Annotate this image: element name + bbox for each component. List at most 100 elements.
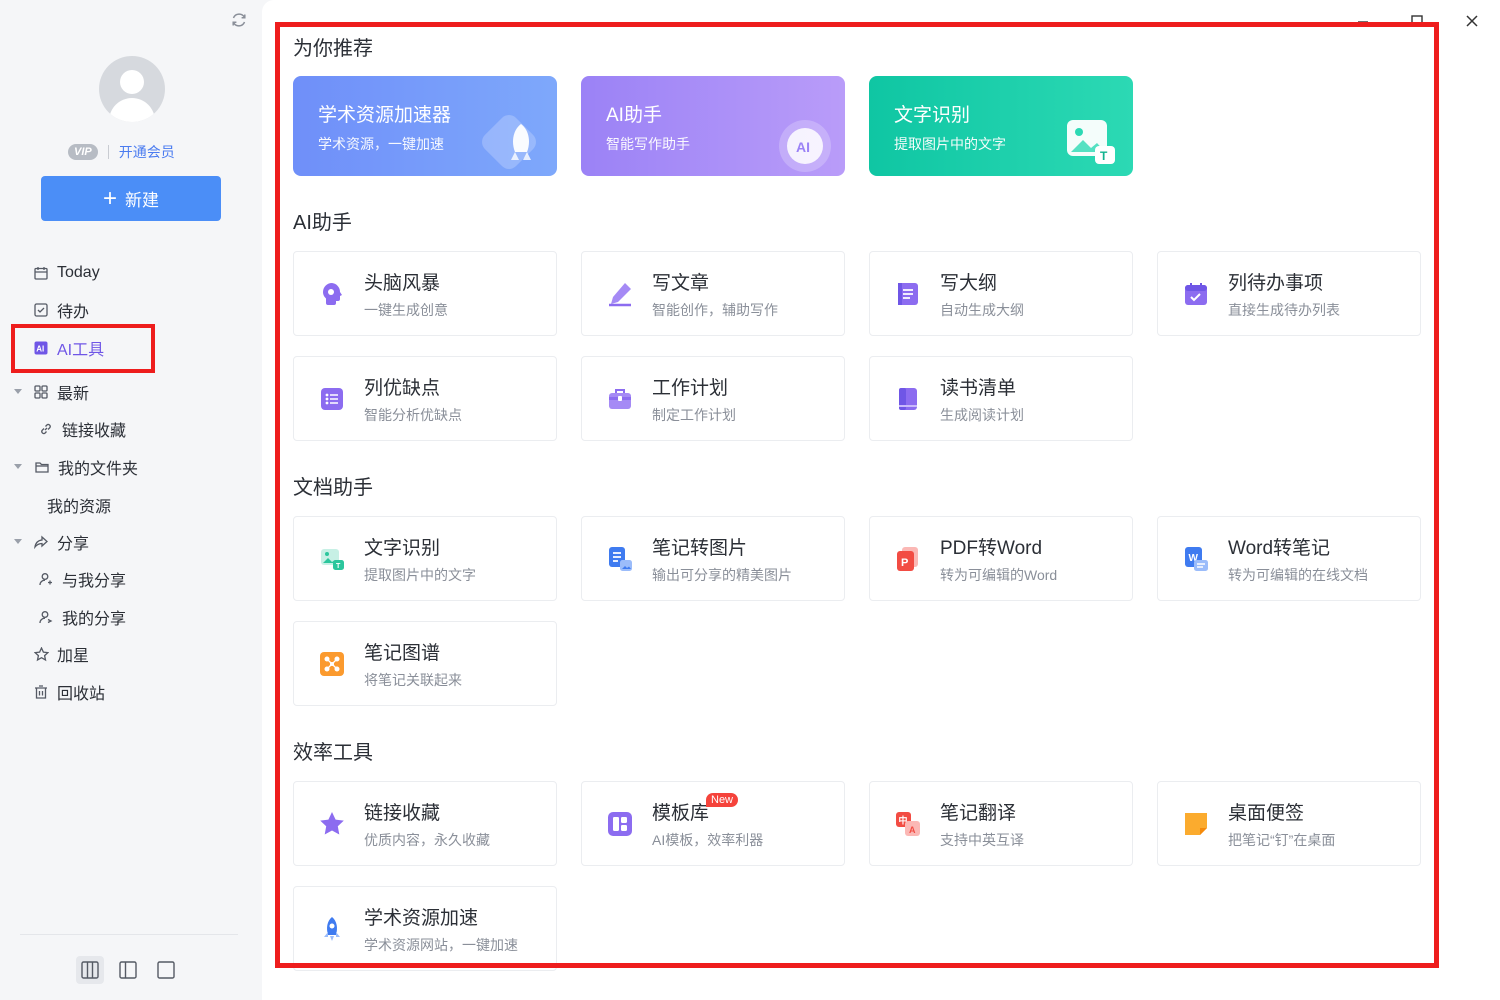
card-title: 链接收藏 xyxy=(364,803,441,824)
single-column-layout-icon[interactable] xyxy=(152,956,180,984)
sidebar-item-shared-with-me[interactable]: 与我分享 xyxy=(38,564,126,594)
card-title: 工作计划 xyxy=(652,378,729,399)
tool-card-pros-cons[interactable]: 列优缺点 智能分析优缺点 xyxy=(293,356,557,441)
banner-ai-assistant[interactable]: AI助手 智能写作助手 AI xyxy=(581,76,845,176)
card-desc: 智能分析优缺点 xyxy=(364,407,462,423)
maximize-icon[interactable] xyxy=(1406,10,1428,32)
refresh-icon[interactable] xyxy=(230,11,248,29)
card-title: 列待办事项 xyxy=(1228,273,1324,294)
svg-text:T: T xyxy=(336,563,341,570)
card-title: 笔记图谱 xyxy=(364,643,441,664)
app-window: VIP 开通会员 + 新建 Today 待办 AI AI工具 最新 链接收藏 我… xyxy=(0,0,1500,1000)
translate-icon: 中A xyxy=(896,812,920,836)
user-icon xyxy=(38,571,54,587)
sidebar-item-my-share[interactable]: 我的分享 xyxy=(38,602,126,632)
sidebar-item-my-resources[interactable]: 我的资源 xyxy=(47,490,111,520)
tool-card-todo-list[interactable]: 列待办事项 直接生成待办列表 xyxy=(1157,251,1421,336)
card-title: 文字识别 xyxy=(364,538,441,559)
pdf-icon: P xyxy=(897,547,918,571)
tool-card-note-translate[interactable]: 中A 笔记翻译 支持中英互译 xyxy=(869,781,1133,866)
link-icon xyxy=(38,421,54,437)
card-desc: 支持中英互译 xyxy=(940,832,1024,848)
sidebar-item-todo[interactable]: 待办 xyxy=(33,295,89,325)
card-desc: 转为可编辑的Word xyxy=(940,567,1058,583)
banner-ocr[interactable]: 文字识别 提取图片中的文字 T xyxy=(869,76,1133,176)
word-icon: W xyxy=(1185,547,1208,571)
checkbox-icon xyxy=(33,302,49,318)
sidebar-item-today[interactable]: Today xyxy=(33,258,100,288)
card-title: 笔记转图片 xyxy=(652,538,748,559)
card-title: 桌面便签 xyxy=(1228,803,1305,824)
card-desc: 将笔记关联起来 xyxy=(364,672,462,688)
tool-card-word-to-note[interactable]: W Word转笔记 转为可编辑的在线文档 xyxy=(1157,516,1421,601)
three-column-layout-icon[interactable] xyxy=(76,956,104,984)
tool-card-academic-accelerate[interactable]: 学术资源加速 学术资源网站，一键加速 xyxy=(293,886,557,971)
calendar-icon xyxy=(33,265,49,281)
card-title: 写大纲 xyxy=(940,273,998,294)
open-membership-link[interactable]: 开通会员 xyxy=(119,142,175,162)
card-desc: 直接生成待办列表 xyxy=(1228,302,1340,318)
chevron-down-icon[interactable] xyxy=(14,389,22,394)
outline-icon xyxy=(898,283,918,305)
banner-academic-accelerator[interactable]: 学术资源加速器 学术资源，一键加速 xyxy=(293,76,557,176)
sidebar-item-label: 分享 xyxy=(57,536,90,553)
banner-desc: 提取图片中的文字 xyxy=(894,136,1006,152)
tool-card-note-graph[interactable]: 笔记图谱 将笔记关联起来 xyxy=(293,621,557,706)
chevron-down-icon[interactable] xyxy=(14,539,22,544)
vip-row: VIP 开通会员 xyxy=(68,142,175,162)
section-title-doc: 文档助手 xyxy=(293,477,373,499)
tool-card-write-article[interactable]: 写文章 智能创作，辅助写作 xyxy=(581,251,845,336)
tool-card-work-plan[interactable]: 工作计划 制定工作计划 xyxy=(581,356,845,441)
list-icon xyxy=(321,388,343,410)
card-title: PDF转Word xyxy=(940,538,1043,559)
sidebar-item-starred[interactable]: 加星 xyxy=(33,639,89,669)
chevron-down-icon[interactable] xyxy=(14,464,22,469)
two-column-layout-icon[interactable] xyxy=(114,956,142,984)
plus-icon: + xyxy=(102,184,117,212)
card-title: 模板库 xyxy=(652,803,710,824)
divider xyxy=(20,934,238,935)
minimize-icon[interactable] xyxy=(1352,10,1374,32)
user-share-icon xyxy=(38,609,54,625)
sidebar-item-label: 我的分享 xyxy=(62,611,127,628)
tool-card-note-to-image[interactable]: 笔记转图片 输出可分享的精美图片 xyxy=(581,516,845,601)
tool-card-write-outline[interactable]: 写大纲 自动生成大纲 xyxy=(869,251,1133,336)
note-image-icon xyxy=(609,547,632,571)
sidebar-item-latest[interactable]: 最新 xyxy=(14,377,89,407)
banner-title: AI助手 xyxy=(606,105,662,126)
sidebar-item-label: 与我分享 xyxy=(62,573,127,590)
tool-card-brainstorm[interactable]: 头脑风暴 一键生成创意 xyxy=(293,251,557,336)
svg-text:T: T xyxy=(1100,149,1108,163)
sidebar-item-label: 我的资源 xyxy=(47,499,112,516)
banner-desc: 学术资源，一键加速 xyxy=(318,136,444,152)
tool-card-ocr[interactable]: T 文字识别 提取图片中的文字 xyxy=(293,516,557,601)
tool-card-link-collect[interactable]: 链接收藏 优质内容，永久收藏 xyxy=(293,781,557,866)
tool-card-reading-list[interactable]: 读书清单 生成阅读计划 xyxy=(869,356,1133,441)
folder-icon xyxy=(34,459,50,475)
card-desc: 学术资源网站，一键加速 xyxy=(364,937,518,953)
close-icon[interactable] xyxy=(1461,10,1483,32)
sidebar-item-share[interactable]: 分享 xyxy=(14,527,90,557)
tool-card-template-library[interactable]: 模板库 New AI模板，效率利器 xyxy=(581,781,845,866)
sidebar-item-recycle-bin[interactable]: 回收站 xyxy=(33,677,105,707)
card-title: Word转笔记 xyxy=(1228,538,1331,559)
section-title-ai: AI助手 xyxy=(293,212,352,234)
new-button[interactable]: + 新建 xyxy=(41,176,221,221)
avatar[interactable] xyxy=(99,56,165,122)
sidebar-item-link-collect[interactable]: 链接收藏 xyxy=(38,414,126,444)
card-desc: AI模板，效率利器 xyxy=(652,832,764,848)
divider xyxy=(107,145,109,159)
card-desc: 转为可编辑的在线文档 xyxy=(1228,567,1368,583)
svg-text:P: P xyxy=(901,557,908,569)
card-title: 学术资源加速 xyxy=(364,908,479,929)
card-title: 读书清单 xyxy=(940,378,1017,399)
sidebar-item-label: 回收站 xyxy=(57,686,106,703)
vip-badge: VIP xyxy=(68,144,98,160)
tool-card-desktop-note[interactable]: 桌面便签 把笔记“钉”在桌面 xyxy=(1157,781,1421,866)
sidebar-item-label: Today xyxy=(57,264,100,281)
template-icon xyxy=(608,812,632,836)
pen-icon xyxy=(609,283,631,307)
tool-card-pdf-to-word[interactable]: P PDF转Word 转为可编辑的Word xyxy=(869,516,1133,601)
rocket-icon xyxy=(482,115,536,169)
sidebar-item-my-folder[interactable]: 我的文件夹 xyxy=(14,452,138,482)
